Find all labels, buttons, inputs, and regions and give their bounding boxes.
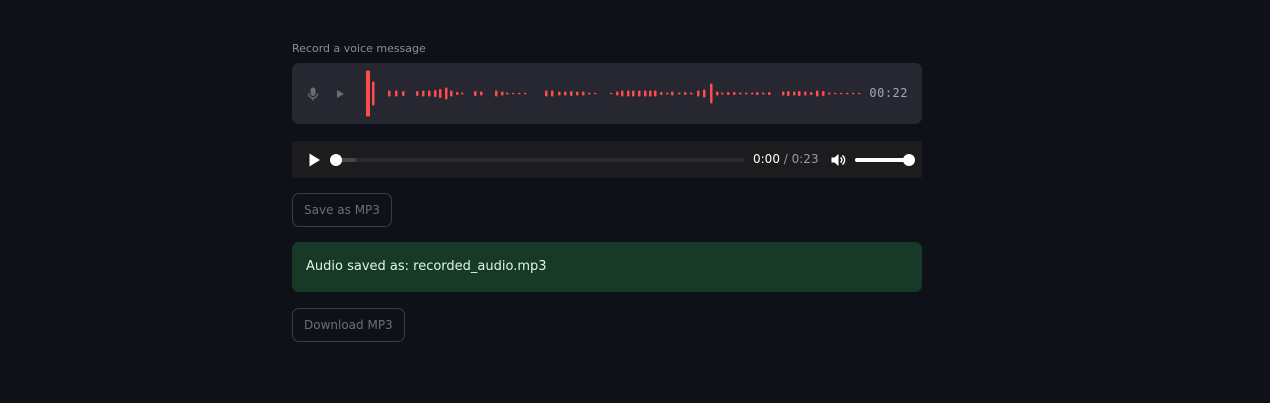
waveform-bar [644, 90, 647, 97]
waveform-bar [816, 90, 819, 97]
waveform-bar [518, 92, 521, 95]
seek-thumb[interactable] [330, 154, 342, 166]
waveform-bar [570, 91, 573, 96]
waveform-bar [439, 89, 442, 98]
waveform-bar [366, 70, 370, 117]
waveform-bar [395, 90, 398, 97]
waveform-bar [501, 91, 504, 96]
volume-slider[interactable] [855, 153, 915, 167]
waveform-bar [610, 92, 613, 95]
waveform-bar [512, 92, 515, 95]
waveform-bar [388, 90, 391, 97]
waveform-bar [739, 92, 742, 95]
waveform-bar [416, 91, 419, 96]
waveform-bar [660, 92, 663, 95]
waveform-bar [684, 92, 687, 95]
recorder-label: Record a voice message [292, 42, 426, 55]
waveform-bar [804, 91, 807, 96]
save-as-mp3-button[interactable]: Save as MP3 [292, 193, 392, 227]
waveform-bar [582, 91, 585, 96]
waveform-bar [638, 90, 641, 97]
waveform-bar [834, 92, 837, 95]
waveform-bar [654, 90, 657, 97]
waveform-bar [506, 92, 509, 95]
waveform-bar [703, 89, 706, 98]
waveform-bar [434, 90, 437, 97]
waveform-bar [840, 92, 843, 95]
waveform-bar [632, 90, 635, 97]
waveform-bar [858, 92, 861, 95]
waveform-bar [495, 90, 498, 97]
waveform-bar [828, 92, 831, 95]
time-separator: / [779, 152, 792, 166]
waveform-bar [545, 90, 548, 97]
waveform-bar [474, 91, 477, 96]
waveform-bar [727, 92, 730, 95]
waveform-bar [551, 90, 554, 97]
waveform-bar [666, 92, 669, 95]
waveform-bar [822, 91, 825, 96]
waveform-bar [576, 91, 579, 96]
waveform-bar [524, 92, 527, 95]
time-display: 0:00 / 0:23 [753, 152, 819, 166]
waveform-bar [787, 91, 790, 96]
waveform-bar [627, 90, 630, 97]
download-mp3-button[interactable]: Download MP3 [292, 308, 405, 342]
waveform[interactable] [362, 63, 867, 124]
waveform-bar [852, 92, 855, 95]
waveform-bar [751, 92, 754, 95]
success-alert: Audio saved as: recorded_audio.mp3 [292, 242, 922, 292]
waveform-bar [671, 91, 674, 96]
volume-thumb[interactable] [903, 154, 915, 166]
audio-recorder: 00:22 [292, 63, 922, 124]
waveform-bar [782, 91, 785, 96]
mic-icon[interactable] [305, 86, 321, 102]
waveform-bar [456, 92, 459, 95]
waveform-bar [461, 92, 464, 95]
waveform-bar [768, 92, 771, 95]
waveform-bar [756, 92, 759, 95]
waveform-bar [745, 92, 748, 95]
waveform-bar [402, 91, 405, 96]
waveform-bar [480, 91, 483, 96]
waveform-bar [721, 92, 724, 95]
seek-track [336, 158, 744, 162]
waveform-bar [798, 91, 801, 96]
waveform-bar [564, 91, 567, 96]
waveform-bar [422, 90, 425, 97]
waveform-bar [733, 92, 736, 95]
waveform-bar [762, 92, 765, 95]
duration: 0:23 [791, 152, 819, 166]
waveform-bar [558, 91, 561, 96]
waveform-bar [690, 92, 693, 95]
waveform-bar [594, 92, 597, 95]
waveform-bar [372, 81, 375, 106]
waveform-bar [445, 87, 448, 100]
play-icon[interactable] [306, 152, 322, 168]
waveform-bar [846, 92, 849, 95]
waveform-bar [588, 92, 591, 95]
waveform-bar [678, 92, 681, 95]
waveform-bar [697, 90, 700, 97]
seek-slider[interactable] [330, 153, 744, 167]
volume-icon[interactable] [830, 152, 846, 168]
current-time: 0:00 [753, 152, 780, 166]
waveform-bar [616, 91, 619, 96]
audio-player: 0:00 / 0:23 [292, 141, 922, 178]
waveform-bar [428, 90, 431, 97]
waveform-bar [716, 91, 719, 96]
waveform-bar [710, 83, 713, 104]
waveform-bar [621, 90, 624, 97]
play-icon[interactable] [332, 86, 348, 102]
volume-fill [855, 158, 909, 162]
recording-timer: 00:22 [869, 86, 908, 100]
waveform-bar [810, 92, 813, 95]
waveform-bar [649, 90, 652, 97]
waveform-bar [450, 90, 453, 97]
waveform-bar [793, 91, 796, 96]
